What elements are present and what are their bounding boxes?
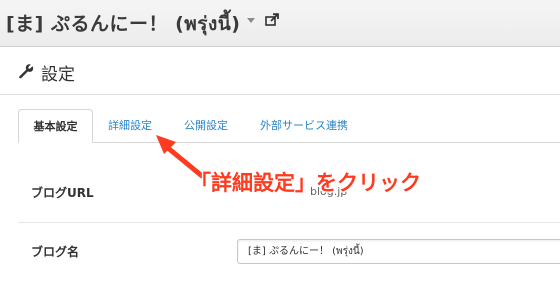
tab-advanced-settings[interactable]: 詳細設定	[108, 109, 152, 143]
page-title: 設定	[41, 65, 75, 85]
settings-tabs: 基本設定 詳細設定 公開設定 外部サービス連携	[18, 109, 560, 143]
blog-title[interactable]: [ま] ぷるんにー！ (พรุ่งนี้)	[6, 9, 240, 39]
chevron-down-icon[interactable]	[247, 18, 255, 23]
row-divider	[18, 222, 560, 223]
annotation-callout: 「詳細設定」をクリック	[190, 171, 421, 195]
external-link-icon[interactable]	[265, 13, 279, 26]
top-bar: [ま] ぷるんにー！ (พรุ่งนี้)	[0, 0, 560, 47]
blog-name-input[interactable]: [ま] ぷるんにー！ (พรุ่งนี้)	[237, 239, 560, 264]
blog-name-label: ブログ名	[31, 245, 80, 259]
wrench-icon	[19, 64, 34, 79]
blog-url-label: ブログURL	[31, 186, 94, 200]
divider	[0, 94, 560, 95]
tab-basic-settings[interactable]: 基本設定	[18, 109, 93, 143]
tab-external-services[interactable]: 外部サービス連携	[260, 109, 348, 143]
